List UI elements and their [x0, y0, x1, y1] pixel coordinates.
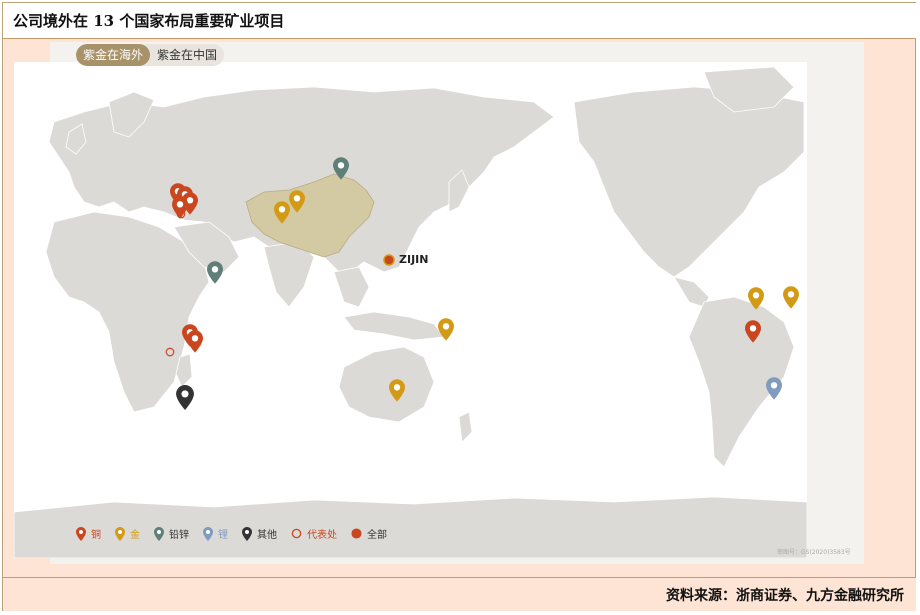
source-note: 资料来源：浙商证券、九方金融研究所 [666, 588, 904, 604]
lithium-pin-icon [203, 526, 213, 541]
legend-item-office[interactable]: 代表处 [291, 526, 337, 541]
marker-lithium[interactable] [766, 377, 782, 404]
lithium-pin-icon [766, 377, 782, 400]
legend: 铜 金 铅锌 锂 其他 代表处 全部 [76, 526, 401, 541]
marker-lead_zinc[interactable] [207, 261, 223, 288]
world-map [14, 62, 807, 558]
marker-gold[interactable] [783, 286, 799, 313]
copper-pin-icon [76, 526, 86, 541]
legend-label: 其他 [257, 530, 277, 541]
hq-dot-icon [383, 253, 395, 266]
marker-gold[interactable] [389, 379, 405, 406]
source-bar: 资料来源：浙商证券、九方金融研究所 [3, 577, 916, 611]
map-approval-number: 审图号：GS(2020)3583号 [777, 549, 851, 556]
legend-label: 铜 [91, 530, 101, 541]
gold-pin-icon [289, 190, 305, 213]
legend-item-lead_zinc[interactable]: 铅锌 [154, 526, 189, 541]
brand-label: ZIJIN [399, 253, 429, 266]
all-dot-icon [351, 528, 362, 539]
marker-other[interactable] [176, 385, 194, 414]
legend-item-all[interactable]: 全部 [351, 526, 387, 541]
tab-china[interactable]: 紫金在中国 [150, 44, 224, 66]
legend-label: 铅锌 [169, 530, 189, 541]
view-tabs[interactable]: 紫金在海外 紫金在中国 [76, 44, 225, 66]
office-ring-icon [165, 347, 175, 357]
legend-item-copper[interactable]: 铜 [76, 526, 101, 541]
marker-office[interactable] [165, 342, 175, 361]
marker-gold[interactable] [748, 287, 764, 314]
other-pin-icon [242, 526, 252, 541]
lead_zinc-pin-icon [207, 261, 223, 284]
lead_zinc-pin-icon [333, 157, 349, 180]
legend-item-other[interactable]: 其他 [242, 526, 277, 541]
gold-pin-icon [748, 287, 764, 310]
copper-pin-icon [187, 330, 203, 353]
marker-gold[interactable] [274, 201, 290, 228]
gold-pin-icon [274, 201, 290, 224]
figure-title: 公司境外在 13 个国家布局重要矿业项目 [13, 12, 285, 30]
zijin-hq-marker[interactable]: ZIJIN [383, 253, 428, 266]
gold-pin-icon [115, 526, 125, 541]
marker-lead_zinc[interactable] [333, 157, 349, 184]
marker-office[interactable] [176, 204, 186, 223]
office-ring-icon [291, 528, 302, 539]
gold-pin-icon [389, 379, 405, 402]
tab-overseas[interactable]: 紫金在海外 [76, 44, 151, 66]
gold-pin-icon [438, 318, 454, 341]
title-bar: 公司境外在 13 个国家布局重要矿业项目 [3, 3, 916, 39]
legend-label: 锂 [218, 530, 228, 541]
legend-item-lithium[interactable]: 锂 [203, 526, 228, 541]
legend-label: 金 [130, 530, 140, 541]
lead_zinc-pin-icon [154, 526, 164, 541]
marker-gold[interactable] [289, 190, 305, 217]
legend-item-gold[interactable]: 金 [115, 526, 140, 541]
marker-copper[interactable] [187, 330, 203, 357]
other-pin-icon [176, 385, 194, 410]
office-ring-icon [176, 209, 186, 219]
gold-pin-icon [783, 286, 799, 309]
legend-label: 代表处 [307, 530, 337, 541]
marker-gold[interactable] [438, 318, 454, 345]
legend-label: 全部 [367, 530, 387, 541]
copper-pin-icon [745, 320, 761, 343]
marker-copper[interactable] [745, 320, 761, 347]
